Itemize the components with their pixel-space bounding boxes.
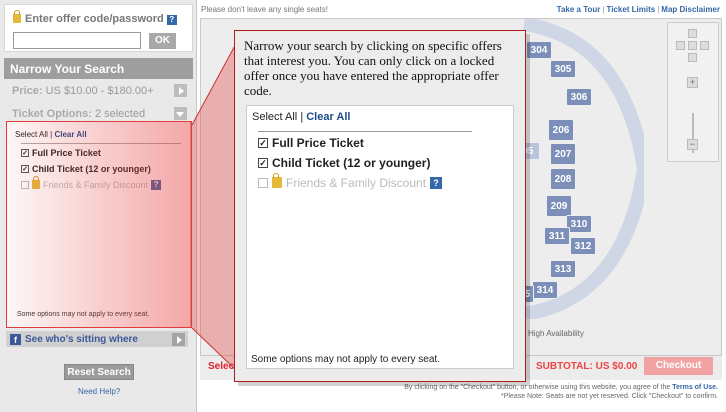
help-icon[interactable]: ? [166,15,177,25]
checkbox-checked: ✓ [258,157,268,168]
sidebar: Enter offer code/password ? OK Narrow Yo… [0,0,197,412]
chevron-right-icon[interactable] [172,333,185,346]
pan-right-button[interactable] [700,41,709,50]
ticket-limits-link[interactable]: Ticket Limits [606,5,655,14]
section-314[interactable]: 314 [532,281,558,299]
zoom-control: + − [667,22,719,162]
section-208[interactable]: 208 [550,168,576,190]
offer-code-box: Enter offer code/password ? OK [4,4,193,52]
lock-icon [272,173,282,188]
select-controls: Select All | Clear All [15,130,87,139]
ticket-options-label: Ticket Options: [12,108,92,120]
checkbox-disabled [21,180,29,189]
facebook-label: See who's sitting where [25,333,138,345]
section-306[interactable]: 306 [566,88,592,106]
price-value: US $10.00 - $180.00+ [45,85,154,97]
top-links: Take a Tour | Ticket Limits | Map Disclaimer [556,5,720,14]
callout-option-list: ✓ Full Price Ticket ✓ Child Ticket (12 o… [258,131,472,192]
pan-center-button[interactable] [688,41,697,50]
section-312[interactable]: 312 [570,237,596,255]
section-305[interactable]: 305 [550,60,576,78]
callout-select-controls: Select All | Clear All [252,111,351,123]
zoom-out-button[interactable]: − [687,139,698,150]
callout-option-child-ticket: ✓ Child Ticket (12 or younger) [258,155,431,170]
offer-code-title: Enter offer code/password ? [13,10,177,25]
callout-options-panel: Select All | Clear All ✓ Full Price Tick… [246,105,514,369]
chevron-right-icon[interactable] [174,84,187,97]
option-child-ticket[interactable]: ✓ Child Ticket (12 or younger) [21,161,181,176]
clear-all-link[interactable]: Clear All [54,130,86,139]
section-313[interactable]: 313 [550,260,576,278]
option-friends-family: Friends & Family Discount ? [21,176,181,192]
offer-code-input[interactable] [13,32,141,49]
narrow-search-header: Narrow Your Search [4,58,193,79]
section-207[interactable]: 207 [550,143,576,165]
chevron-down-icon[interactable] [174,107,187,120]
options-note: Some options may not apply to every seat… [17,311,150,318]
callout-clear-all: Clear All [306,111,351,123]
section-311[interactable]: 311 [544,227,570,245]
select-stub: Selec [208,361,235,372]
reset-search-button[interactable]: Reset Search [64,364,134,380]
subtotal: SUBTOTAL: US $0.00 [536,361,638,372]
price-label: Price: [12,85,43,97]
callout-tooltip: Narrow your search by clicking on specif… [234,30,526,382]
pan-down-button[interactable] [688,53,697,62]
option-list: ✓ Full Price Ticket ✓ Child Ticket (12 o… [21,143,181,192]
price-filter[interactable]: Price: US $10.00 - $180.00+ [4,82,193,100]
need-help-link[interactable]: Need Help? [78,387,120,396]
section-206[interactable]: 206 [548,119,574,141]
checkbox-disabled [258,177,268,188]
callout-select-all: Select All [252,111,298,123]
lock-icon [32,176,40,189]
option-full-price[interactable]: ✓ Full Price Ticket [21,145,181,160]
facebook-icon: f [10,333,21,345]
callout-option-full-price: ✓ Full Price Ticket [258,135,364,150]
checkbox-checked[interactable]: ✓ [21,164,29,173]
ok-button[interactable]: OK [149,33,176,49]
callout-options-note: Some options may not apply to every seat… [251,354,440,365]
checkbox-checked: ✓ [258,137,268,148]
zoom-in-button[interactable]: + [687,77,698,88]
map-disclaimer-link[interactable]: Map Disclaimer [661,5,720,14]
help-icon[interactable]: ? [151,179,162,190]
pan-left-button[interactable] [676,41,685,50]
legend-high-availability: High Availability [528,329,584,338]
single-seat-note: Please don't leave any single seats! [201,5,328,14]
facebook-row[interactable]: f See who's sitting where [6,331,188,347]
callout-text: Narrow your search by clicking on specif… [244,38,502,98]
callout-option-friends-family: Friends & Family Discount ? [258,173,472,192]
ticket-options-panel: Select All | Clear All ✓ Full Price Tick… [6,121,191,328]
section-209[interactable]: 209 [546,195,572,217]
terms-link[interactable]: Terms of Use. [672,384,718,391]
pan-up-button[interactable] [688,29,697,38]
select-all-link[interactable]: Select All [15,130,48,139]
help-icon: ? [430,176,443,189]
checkbox-checked[interactable]: ✓ [21,148,29,157]
lock-icon [13,10,21,23]
ticket-options-value: 2 selected [94,108,146,120]
take-tour-link[interactable]: Take a Tour [557,5,601,14]
checkout-button[interactable]: Checkout [644,357,713,375]
